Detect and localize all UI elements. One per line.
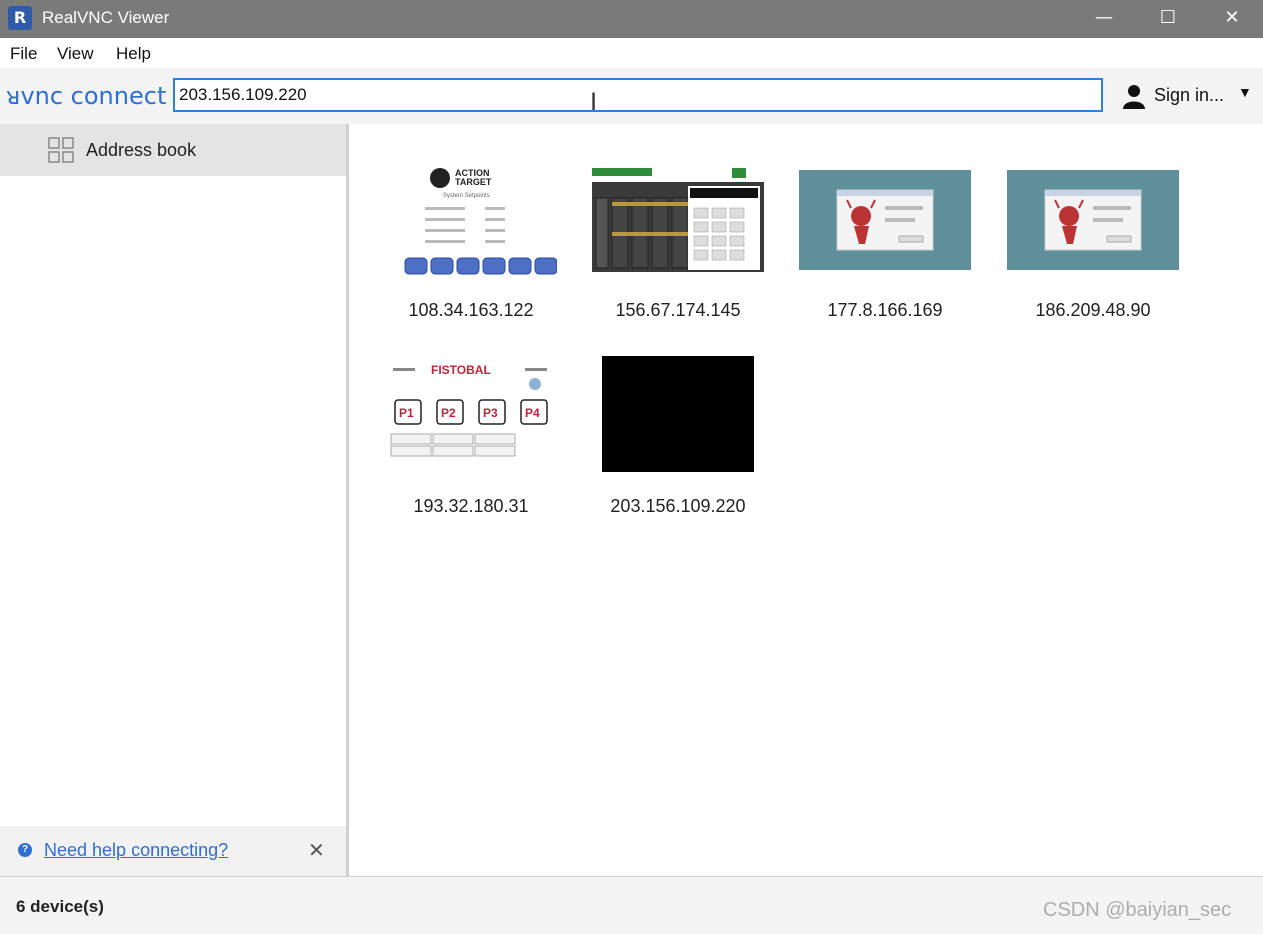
thumb-target-text: TARGET <box>455 177 492 187</box>
user-icon <box>1123 85 1145 109</box>
sign-in-label: Sign in... <box>1154 85 1225 105</box>
close-button[interactable]: ✕ <box>1201 0 1263 38</box>
realvnc-app-icon: R <box>8 6 32 30</box>
help-icon: ? <box>18 843 32 857</box>
device-count: 6 device(s) <box>16 897 104 916</box>
title-bar: R RealVNC Viewer — ☐ ✕ <box>0 0 1263 38</box>
vnc-connect-logo: ᴚvnc connect <box>6 82 167 110</box>
chevron-down-icon[interactable]: ▼ <box>1238 84 1252 100</box>
thumb-fistobal-text: FISTOBAL <box>431 363 491 377</box>
device-address: 203.156.109.220 <box>610 496 746 516</box>
device-tile[interactable]: ACTION TARGET System Setpoints 108.34.16… <box>371 132 571 320</box>
thumb-p3-text: P3 <box>483 406 498 420</box>
help-bar: ? Need help connecting? ✕ <box>0 826 346 876</box>
menu-view[interactable]: View <box>57 44 94 64</box>
device-tile[interactable]: 203.156.109.220 <box>578 328 778 516</box>
minimize-button[interactable]: — <box>1073 0 1135 38</box>
device-address: 108.34.163.122 <box>408 300 534 320</box>
device-thumbnail: ACTION TARGET System Setpoints <box>385 162 557 282</box>
address-input[interactable] <box>173 78 1103 112</box>
device-tile[interactable]: 177.8.166.169 <box>785 132 985 320</box>
device-tile[interactable]: 186.209.48.90 <box>993 132 1193 320</box>
toolbar: ᴚvnc connect I Sign in... ▼ <box>0 68 1263 125</box>
device-thumbnail <box>1007 170 1179 270</box>
device-address: 186.209.48.90 <box>1035 300 1151 320</box>
window-title: RealVNC Viewer <box>42 8 170 27</box>
device-address: 156.67.174.145 <box>615 300 741 320</box>
device-thumbnail <box>799 170 971 270</box>
device-tile[interactable]: 156.67.174.145 <box>578 132 778 320</box>
device-address: 177.8.166.169 <box>827 300 943 320</box>
thumb-p4-text: P4 <box>525 406 540 420</box>
menu-file[interactable]: File <box>10 44 37 64</box>
sidebar: Address book ? Need help connecting? ✕ <box>0 124 349 876</box>
menu-bar: File View Help <box>0 38 1263 68</box>
close-icon[interactable]: ✕ <box>308 838 325 862</box>
maximize-button[interactable]: ☐ <box>1137 0 1199 38</box>
thumb-subtitle-text: System Setpoints <box>443 193 490 199</box>
text-cursor-icon: I <box>590 88 598 116</box>
watermark: CSDN @baiyian_sec <box>1043 899 1232 921</box>
sidebar-item-label: Address book <box>86 140 197 160</box>
device-tile[interactable]: FISTOBAL P1 P2 P3 P4 193.32.180.31 <box>371 328 571 516</box>
help-link[interactable]: Need help connecting? <box>44 840 228 861</box>
device-grid: ACTION TARGET System Setpoints 108.34.16… <box>349 124 1263 876</box>
device-thumbnail <box>592 168 764 272</box>
menu-help[interactable]: Help <box>116 44 151 64</box>
device-thumbnail <box>602 356 754 472</box>
device-thumbnail: FISTOBAL P1 P2 P3 P4 <box>385 362 557 462</box>
thumb-p2-text: P2 <box>441 406 456 420</box>
grid-icon <box>48 137 74 163</box>
device-address: 193.32.180.31 <box>413 496 529 516</box>
sidebar-item-address-book[interactable]: Address book <box>0 124 346 176</box>
status-bar: 6 device(s) CSDN @baiyian_sec <box>0 876 1263 934</box>
thumb-p1-text: P1 <box>399 406 414 420</box>
